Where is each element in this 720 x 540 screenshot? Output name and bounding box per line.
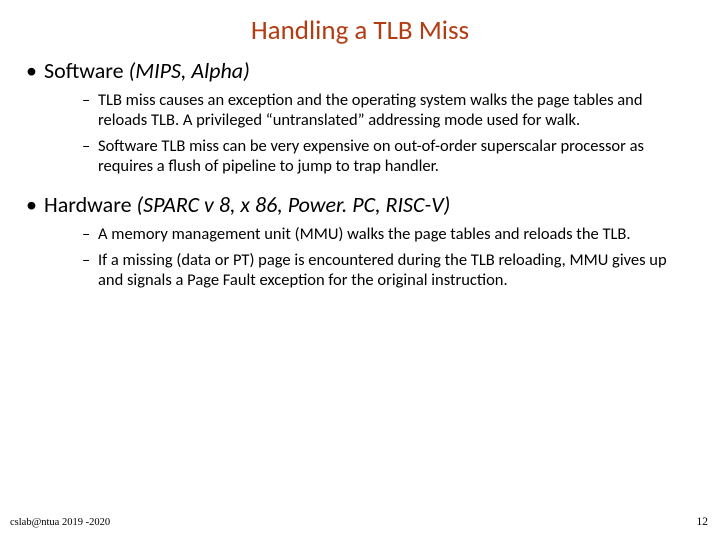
list-item: Software TLB miss can be very expensive … [82,136,694,176]
list-item: A memory management unit (MMU) walks the… [82,224,694,244]
section-label: Software [44,57,124,84]
sublist-hardware: A memory management unit (MMU) walks the… [82,224,694,290]
list-item: TLB miss causes an exception and the ope… [82,90,694,130]
page-number: 12 [697,516,709,528]
section-software: Software (MIPS, Alpha) [26,57,694,84]
list-item: If a missing (data or PT) page is encoun… [82,250,694,290]
footer-credit: cslab@ntua 2019 -2020 [10,517,110,528]
section-paren: (MIPS, Alpha) [124,57,250,84]
section-hardware: Hardware (SPARC v 8, x 86, Power. PC, RI… [26,191,694,218]
slide-title: Handling a TLB Miss [26,14,694,47]
section-paren: (SPARC v 8, x 86, Power. PC, RISC-V) [132,191,451,218]
sublist-software: TLB miss causes an exception and the ope… [82,90,694,177]
section-label: Hardware [44,191,132,218]
